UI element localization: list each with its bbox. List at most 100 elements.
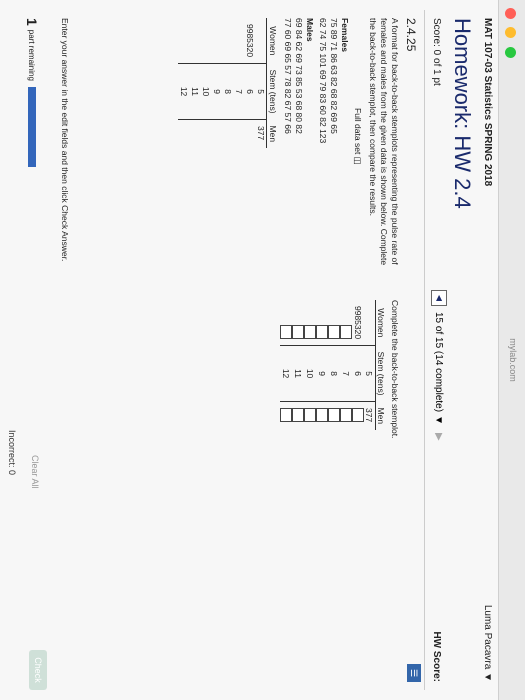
men-leaf-input[interactable] (352, 402, 364, 431)
maximize-dot[interactable] (505, 46, 516, 58)
women-leaf (178, 18, 189, 64)
women-input-box[interactable] (328, 325, 340, 340)
women-leaf-input[interactable] (280, 300, 292, 346)
prev-question-button[interactable]: ◀ (431, 290, 447, 306)
part-label: part remaining (27, 29, 37, 81)
divider (424, 10, 425, 690)
women-leaf (200, 18, 211, 64)
stem-value: 12 (280, 345, 292, 402)
stem-header: Stem (tens) (375, 345, 386, 402)
incorrect-count: Incorrect: 0 (7, 430, 17, 476)
stem-value: 11 (189, 63, 200, 120)
full-data-label: Full data set (353, 108, 363, 155)
women-leaf: 9985320 (245, 24, 255, 58)
women-leaf-input[interactable] (328, 300, 340, 346)
stem-value: 5 (364, 345, 376, 402)
men-input-box[interactable] (304, 408, 316, 423)
men-leaf-input[interactable] (316, 402, 328, 431)
men-leaf-input[interactable] (292, 402, 304, 431)
women-input-box[interactable] (304, 325, 316, 340)
men-input-box[interactable] (316, 408, 328, 423)
men-leaf-input[interactable] (304, 402, 316, 431)
answer-panel: Complete the back-to-back stemplot. Wome… (280, 300, 400, 520)
females-row-2: 62 74 75 101 69 79 83 60 82 123 (318, 18, 328, 144)
stem-value: 9 (316, 345, 328, 402)
women-header: Women (375, 300, 386, 346)
stem-value: 7 (340, 345, 352, 402)
progress-bar (28, 86, 36, 167)
men-input-box[interactable] (292, 408, 304, 423)
men-input-box[interactable] (328, 408, 340, 423)
men-header: Men (266, 119, 278, 149)
men-leaf (244, 120, 255, 149)
problem-id: 2.4.25 (404, 18, 418, 52)
user-icon: ▼ (482, 672, 493, 682)
women-input-box[interactable] (340, 325, 352, 340)
page-title: Homework: HW 2.4 (450, 18, 475, 209)
women-input-box[interactable] (280, 325, 292, 340)
stem-value: 9 (211, 63, 222, 120)
stem-header: Stem (tens) (266, 63, 278, 120)
women-leaf-input[interactable] (292, 300, 304, 346)
stem-value: 6 (244, 63, 255, 120)
screen: mylab.com MAT 107-03 Statistics SPRING 2… (0, 0, 525, 700)
problem-panel: A format for back-to-back stemplots repr… (178, 18, 400, 278)
women-input-box[interactable] (292, 325, 304, 340)
score-text: Score: 0 of 1 pt (431, 18, 442, 86)
stem-value: 8 (328, 345, 340, 402)
data-table-icon[interactable]: ◫ (353, 157, 363, 165)
women-header: Women (266, 18, 278, 64)
women-input-box[interactable] (316, 325, 328, 340)
question-nav: ◀ 15 of 15 (14 complete) ▼ ▶ (431, 290, 447, 441)
women-leaf (364, 300, 376, 346)
minimize-dot[interactable] (505, 27, 516, 39)
stem-value: 5 (255, 63, 267, 120)
males-row-2: 77 60 69 65 57 78 82 67 57 66 (283, 18, 293, 134)
full-data-link[interactable]: Full data set ◫ (352, 108, 363, 278)
men-leaf-input[interactable] (280, 402, 292, 431)
next-question-button[interactable]: ▶ (434, 433, 445, 441)
stem-value: 8 (222, 63, 233, 120)
women-leaf (255, 18, 267, 64)
stem-value: 11 (292, 345, 304, 402)
men-input-box[interactable] (280, 408, 292, 423)
user-name[interactable]: Luma Pacavra ▼ (482, 605, 493, 682)
men-leaf-input[interactable] (328, 402, 340, 431)
browser-toolbar: mylab.com (498, 0, 525, 700)
instruction-text: Enter your answer in the edit fields and… (60, 18, 70, 262)
females-label: Females (340, 18, 350, 53)
women-leaf-input[interactable] (304, 300, 316, 346)
women-leaf (222, 18, 233, 64)
women-leaf (189, 18, 200, 64)
part-remaining: 1 part remaining (24, 18, 40, 167)
window-controls (500, 8, 518, 62)
stem-value: 7 (233, 63, 244, 120)
men-leaf (211, 120, 222, 149)
men-leaf-input[interactable] (340, 402, 352, 431)
men-input-box[interactable] (340, 408, 352, 423)
women-leaf-input[interactable] (316, 300, 328, 346)
answer-prompt: Complete the back-to-back stemplot. (390, 300, 400, 439)
men-leaf (200, 120, 211, 149)
men-leaf (178, 120, 189, 149)
stem-value: 10 (200, 63, 211, 120)
part-number: 1 (24, 18, 40, 26)
women-leaf-input[interactable] (340, 300, 352, 346)
clear-all-button[interactable]: Clear All (30, 455, 40, 489)
menu-icon[interactable]: ☰ (407, 664, 421, 682)
men-leaf (222, 120, 233, 149)
males-row-1: 69 84 62 69 73 85 53 68 80 82 (294, 18, 304, 134)
stem-value: 6 (352, 345, 364, 402)
url-bar[interactable]: mylab.com (505, 300, 521, 420)
question-progress[interactable]: 15 of 15 (14 complete) (434, 312, 445, 412)
males-label: Males (305, 18, 315, 42)
men-input-box[interactable] (352, 408, 364, 423)
problem-intro: A format for back-to-back stemplots repr… (368, 18, 400, 266)
women-leaf: 9985320 (353, 306, 363, 340)
women-leaf (211, 18, 222, 64)
close-dot[interactable] (505, 8, 516, 19)
user-label: Luma Pacavra (482, 604, 493, 670)
check-answer-button[interactable]: Check (29, 650, 47, 690)
chevron-down-icon[interactable]: ▼ (434, 415, 445, 425)
men-leaf (233, 120, 244, 149)
